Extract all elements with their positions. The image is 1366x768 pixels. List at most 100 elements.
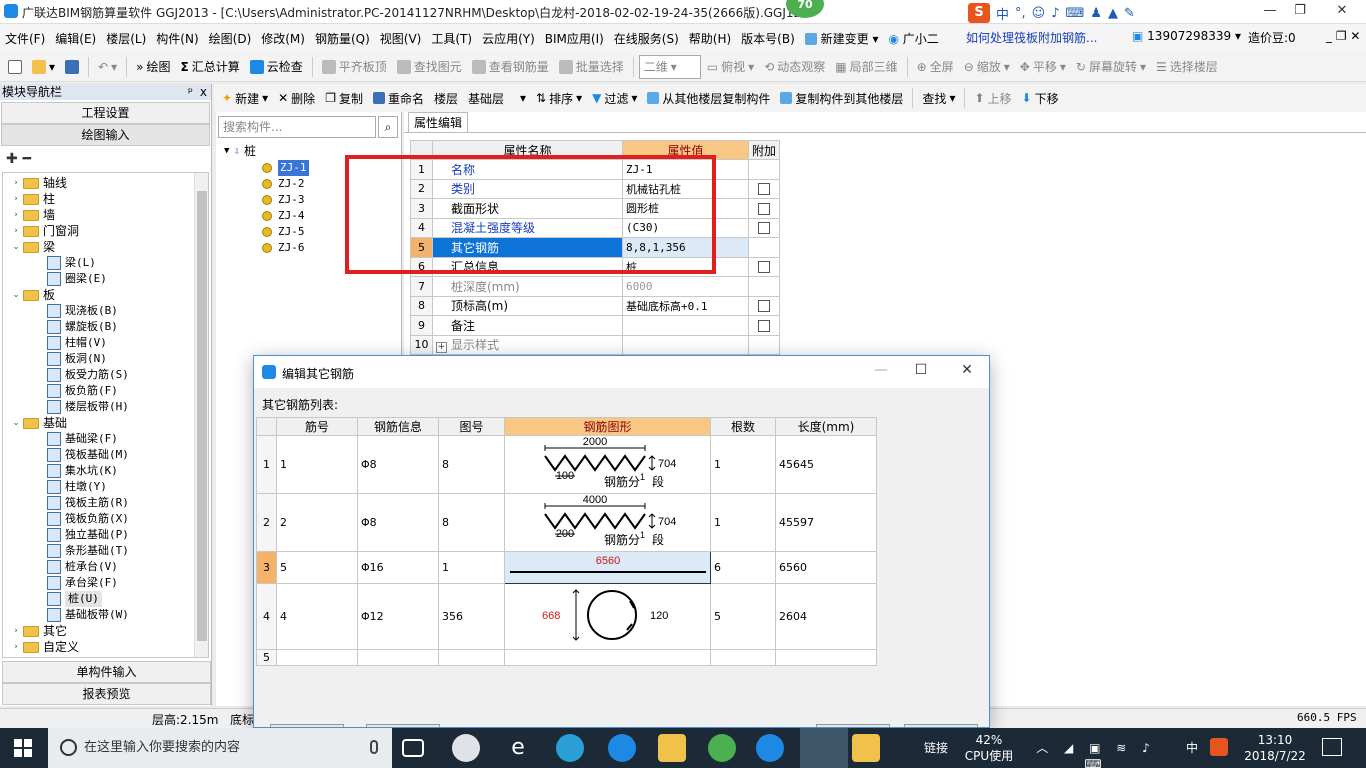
dialog-maximize-button[interactable]: ☐ [906, 362, 936, 382]
menu-tools[interactable]: 工具(T) [426, 30, 477, 47]
nav-leaf-item[interactable]: 板受力筋(S) [47, 367, 129, 383]
nav-folder[interactable]: › 门窗洞 [11, 223, 79, 239]
rebar-shape-cell[interactable]: 6560 [504, 551, 711, 584]
rebar-cell-bar-no[interactable]: 2 [276, 493, 358, 552]
ime-mode[interactable]: 中 [996, 4, 1009, 23]
close-button[interactable]: ✕ [1322, 2, 1362, 22]
component-search-input[interactable]: 搜索构件... [218, 116, 376, 138]
menu-cloud[interactable]: 云应用(Y) [477, 30, 540, 47]
flat-slab-button[interactable]: 平齐板顶 [318, 55, 391, 79]
collapse-all-icon[interactable]: ━ [23, 151, 31, 167]
edge-browser-icon[interactable]: e [504, 734, 532, 762]
task-view-icon[interactable] [402, 739, 424, 757]
chevron-down-icon[interactable]: ⌄ [11, 415, 21, 431]
zoom-button[interactable]: ⊖ 缩放 ▾ [960, 55, 1014, 79]
single-input-button[interactable]: 单构件输入 [2, 661, 211, 683]
chevron-right-icon[interactable]: › [11, 207, 21, 223]
nav-leaf-item[interactable]: 现浇板(B) [47, 303, 118, 319]
nav-leaf-item[interactable]: 桩承台(V) [47, 559, 118, 575]
nav-leaf-item[interactable]: 楼层板带(H) [47, 399, 129, 415]
mic-icon[interactable]: ♪ [1051, 6, 1059, 21]
rebar-cell-count[interactable]: 6 [710, 551, 776, 584]
nav-folder[interactable]: › 自定义 [11, 639, 79, 655]
nav-leaf-item[interactable]: 梁(L) [47, 255, 96, 271]
rebar-row[interactable]: 1 1 Φ8 8 2000 704 100 钢筋分 1 段 1 45645 [256, 435, 877, 494]
nav-leaf-item[interactable]: 筏板负筋(X) [47, 511, 129, 527]
chevron-right-icon[interactable]: › [11, 223, 21, 239]
component-item[interactable]: ZJ-1 [262, 160, 309, 176]
nav-leaf-item[interactable]: 螺旋板(B) [47, 319, 118, 335]
rebar-cell-count[interactable]: 5 [710, 583, 776, 650]
menu-modify[interactable]: 修改(M) [256, 30, 310, 47]
rebar-cell-length[interactable]: 6560 [775, 551, 877, 584]
windows-start-icon[interactable] [14, 739, 32, 757]
tab-property-edit[interactable]: 属性编辑 [408, 112, 468, 132]
component-item[interactable]: ZJ-2 [262, 176, 305, 192]
nav-close-icon[interactable]: x [200, 84, 207, 100]
nav-leaf-item[interactable]: 集水坑(K) [47, 463, 118, 479]
new-component-button[interactable]: ✦ 新建 ▾ [218, 86, 272, 110]
user-icon[interactable]: ♟ [1090, 6, 1102, 21]
chevron-right-icon[interactable]: › [11, 623, 21, 639]
rebar-shape-cell[interactable] [504, 649, 711, 666]
rebar-cell-info[interactable] [357, 649, 439, 666]
ime-indicator[interactable]: 中 [1182, 740, 1202, 756]
account-info[interactable]: ▣ 13907298339 ▾ [1132, 29, 1241, 43]
full-screen-button[interactable]: ⊕ 全屏 [913, 55, 958, 79]
rebar-cell-fig[interactable]: 356 [438, 583, 505, 650]
property-row[interactable]: 10 + 显示样式 [410, 334, 780, 355]
chevron-right-icon[interactable]: › [11, 191, 21, 207]
copy-component-button[interactable]: ❐ 复制 [321, 86, 367, 110]
rebar-cell-info[interactable]: Φ8 [357, 493, 439, 552]
microphone-icon[interactable] [370, 740, 378, 754]
ggj-active-app-icon[interactable] [800, 728, 848, 768]
rebar-cell-info[interactable]: Φ12 [357, 583, 439, 650]
rebar-row[interactable]: 5 [256, 649, 877, 666]
move-down-button[interactable]: ⬇ 下移 [1018, 86, 1063, 110]
rebar-cell-info[interactable]: Φ8 [357, 435, 439, 494]
find-button[interactable]: 查找 ▾ [918, 86, 959, 110]
scrollbar-thumb[interactable] [197, 191, 207, 641]
drawing-input-button[interactable]: 绘图输入 [1, 124, 210, 146]
batch-select-button[interactable]: 批量选择 [555, 55, 628, 79]
menu-online[interactable]: 在线服务(S) [609, 30, 684, 47]
property-value[interactable] [622, 334, 749, 355]
menu-help[interactable]: 帮助(H) [684, 30, 736, 47]
extra-checkbox[interactable] [758, 202, 770, 215]
nav-leaf-item[interactable]: 条形基础(T) [47, 543, 129, 559]
rebar-cell-bar-no[interactable] [276, 649, 358, 666]
nav-folder[interactable]: › 柱 [11, 191, 55, 207]
clock[interactable]: 13:10 2018/7/22 [1240, 732, 1310, 764]
rebar-cell-count[interactable] [710, 649, 776, 666]
rebar-row[interactable]: 2 2 Φ8 8 4000 704 200 钢筋分 1 段 1 45597 [256, 493, 877, 552]
wrench-icon[interactable]: ✎ [1124, 6, 1135, 21]
shirt-icon[interactable]: ▲ [1108, 6, 1118, 21]
file-explorer-icon[interactable] [658, 734, 686, 762]
nav-folder[interactable]: ⌄ 基础 [11, 415, 67, 431]
green-app-icon[interactable] [708, 734, 736, 762]
property-value[interactable]: 基础底标高+0.1 [622, 295, 749, 316]
view-mode-select[interactable]: 二维 ▾ [638, 54, 701, 79]
component-item[interactable]: ZJ-5 [262, 224, 305, 240]
menu-view[interactable]: 视图(V) [375, 30, 427, 47]
component-tree-root[interactable]: ▼ ⇩ 桩 [224, 143, 256, 159]
nav-folder[interactable]: ⌄ 板 [11, 287, 55, 303]
fan-app-icon[interactable] [452, 734, 480, 762]
property-value[interactable] [622, 315, 749, 336]
floor-select[interactable]: 基础层 ▾ [464, 86, 530, 110]
pin-icon[interactable]: ᵖ [188, 84, 193, 100]
cloud-check-button[interactable]: 云检查 [246, 55, 307, 79]
nav-leaf-item[interactable]: 独立基础(P) [47, 527, 129, 543]
nav-leaf-item[interactable]: 基础板带(W) [47, 607, 129, 623]
system-tray-icons[interactable]: ︿ ◢ ▣ ≋ ♪ ⌨ [1036, 740, 1156, 768]
delete-component-button[interactable]: ✕ 删除 [274, 86, 319, 110]
copy-to-other-floor-button[interactable]: 复制构件到其他楼层 [776, 86, 907, 110]
nav-leaf-item[interactable]: 桩(U) [47, 591, 102, 607]
rotate-button[interactable]: ↻ 屏幕旋转 ▾ [1072, 55, 1150, 79]
property-row[interactable]: 9 备注 [410, 315, 780, 336]
save-button[interactable] [61, 55, 83, 79]
pan-button[interactable]: ✥ 平移 ▾ [1016, 55, 1070, 79]
select-floor-button[interactable]: ☰ 选择楼层 [1152, 55, 1222, 79]
nav-tree-scrollbar[interactable] [194, 173, 208, 657]
copy-from-other-floor-button[interactable]: 从其他楼层复制构件 [643, 86, 774, 110]
